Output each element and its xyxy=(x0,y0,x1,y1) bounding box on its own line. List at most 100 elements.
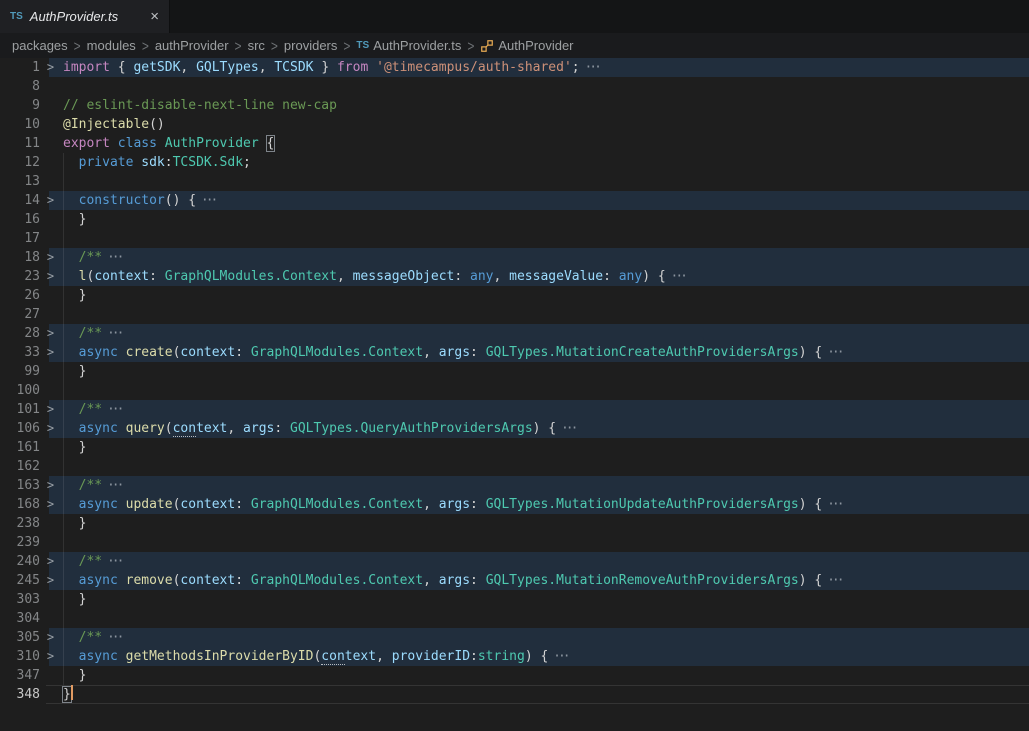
breadcrumb-item-authprovider[interactable]: AuthProvider xyxy=(480,38,573,53)
fold-arrow-icon[interactable]: > xyxy=(40,191,61,210)
code-line[interactable]: 239 xyxy=(0,533,1029,552)
line-number[interactable]: 9 xyxy=(0,96,40,115)
line-number[interactable]: 304 xyxy=(0,609,40,628)
code-line[interactable]: 101> /** ··· xyxy=(0,400,1029,419)
line-number[interactable]: 161 xyxy=(0,438,40,457)
code-line[interactable]: 240> /** ··· xyxy=(0,552,1029,571)
code-line[interactable]: 23> l(context: GraphQLModules.Context, m… xyxy=(0,267,1029,286)
breadcrumb-item-authprovider[interactable]: authProvider xyxy=(155,38,229,53)
fold-arrow-icon[interactable]: > xyxy=(40,343,61,362)
breadcrumb-item-providers[interactable]: providers xyxy=(284,38,337,53)
code-line[interactable]: 106> async query(context, args: GQLTypes… xyxy=(0,419,1029,438)
line-number[interactable]: 348 xyxy=(0,685,40,704)
line-number[interactable]: 100 xyxy=(0,381,40,400)
code-line[interactable]: 304 xyxy=(0,609,1029,628)
fold-arrow-icon[interactable]: > xyxy=(40,495,61,514)
line-number[interactable]: 106 xyxy=(0,419,40,438)
code-line[interactable]: 162 xyxy=(0,457,1029,476)
code-line[interactable]: 26 } xyxy=(0,286,1029,305)
line-number[interactable]: 310 xyxy=(0,647,40,666)
code-line[interactable]: 14> constructor() { ··· xyxy=(0,191,1029,210)
chevron-right-icon: > xyxy=(271,37,278,54)
code-line[interactable]: 18> /** ··· xyxy=(0,248,1029,267)
line-number[interactable]: 162 xyxy=(0,457,40,476)
line-number[interactable]: 23 xyxy=(0,267,40,286)
breadcrumb-item-modules[interactable]: modules xyxy=(87,38,136,53)
code-token: : xyxy=(165,155,173,170)
line-number[interactable]: 28 xyxy=(0,324,40,343)
line-number[interactable]: 27 xyxy=(0,305,40,324)
fold-arrow-icon[interactable]: > xyxy=(40,324,61,343)
fold-arrow-icon[interactable]: > xyxy=(40,647,61,666)
code-line[interactable]: 16 } xyxy=(0,210,1029,229)
line-number[interactable]: 163 xyxy=(0,476,40,495)
code-line[interactable]: 17 xyxy=(0,229,1029,248)
code-line[interactable]: 161 } xyxy=(0,438,1029,457)
editor[interactable]: 1>import { getSDK, GQLTypes, TCSDK } fro… xyxy=(0,58,1029,704)
fold-arrow-icon[interactable]: > xyxy=(40,476,61,495)
line-number[interactable]: 10 xyxy=(0,115,40,134)
close-icon[interactable]: × xyxy=(150,9,159,24)
fold-arrow-icon[interactable]: > xyxy=(40,628,61,647)
line-number[interactable]: 347 xyxy=(0,666,40,685)
line-number[interactable]: 240 xyxy=(0,552,40,571)
line-number[interactable]: 168 xyxy=(0,495,40,514)
line-number[interactable]: 17 xyxy=(0,229,40,248)
fold-arrow-icon[interactable]: > xyxy=(40,58,61,77)
code-line[interactable]: 99 } xyxy=(0,362,1029,381)
line-number[interactable]: 11 xyxy=(0,134,40,153)
line-number[interactable]: 245 xyxy=(0,571,40,590)
fold-arrow-icon[interactable]: > xyxy=(40,571,61,590)
fold-arrow-icon[interactable]: > xyxy=(40,419,61,438)
code-line[interactable]: 303 } xyxy=(0,590,1029,609)
code-line[interactable]: 8 xyxy=(0,77,1029,96)
code-line[interactable]: 245> async remove(context: GraphQLModule… xyxy=(0,571,1029,590)
code-token: : xyxy=(470,573,486,588)
code-line[interactable]: 347 } xyxy=(0,666,1029,685)
typescript-icon: TS xyxy=(10,11,23,22)
code-line[interactable]: 163> /** ··· xyxy=(0,476,1029,495)
line-number[interactable]: 26 xyxy=(0,286,40,305)
line-number[interactable]: 33 xyxy=(0,343,40,362)
fold-arrow-icon[interactable]: > xyxy=(40,400,61,419)
code-line[interactable]: 238 } xyxy=(0,514,1029,533)
code-line[interactable]: 11export class AuthProvider { xyxy=(0,134,1029,153)
code-line[interactable]: 305> /** ··· xyxy=(0,628,1029,647)
line-number[interactable]: 305 xyxy=(0,628,40,647)
line-number[interactable]: 12 xyxy=(0,153,40,172)
code-line[interactable]: 1>import { getSDK, GQLTypes, TCSDK } fro… xyxy=(0,58,1029,77)
code-line[interactable]: 33> async create(context: GraphQLModules… xyxy=(0,343,1029,362)
breadcrumb-item-packages[interactable]: packages xyxy=(12,38,68,53)
line-number[interactable]: 8 xyxy=(0,77,40,96)
line-number[interactable]: 14 xyxy=(0,191,40,210)
code-token: : xyxy=(454,269,470,284)
line-number[interactable]: 99 xyxy=(0,362,40,381)
line-number[interactable]: 101 xyxy=(0,400,40,419)
code-line[interactable]: 310> async getMethodsInProviderByID(cont… xyxy=(0,647,1029,666)
code-line[interactable]: 10@Injectable() xyxy=(0,115,1029,134)
breadcrumb-item-src[interactable]: src xyxy=(248,38,265,53)
code-line[interactable]: 12 private sdk:TCSDK.Sdk; xyxy=(0,153,1029,172)
tab-authprovider[interactable]: TS AuthProvider.ts × xyxy=(0,0,170,33)
line-number[interactable]: 1 xyxy=(0,58,40,77)
code-line[interactable]: 13 xyxy=(0,172,1029,191)
line-number[interactable]: 13 xyxy=(0,172,40,191)
line-number[interactable]: 303 xyxy=(0,590,40,609)
fold-arrow-icon[interactable]: > xyxy=(40,552,61,571)
code-line[interactable]: 27 xyxy=(0,305,1029,324)
fold-arrow-icon[interactable]: > xyxy=(40,248,61,267)
line-number[interactable]: 18 xyxy=(0,248,40,267)
code-line[interactable]: 28> /** ··· xyxy=(0,324,1029,343)
code-token: context xyxy=(180,345,235,360)
code-line[interactable]: 168> async update(context: GraphQLModule… xyxy=(0,495,1029,514)
line-number[interactable]: 238 xyxy=(0,514,40,533)
fold-arrow-icon[interactable]: > xyxy=(40,267,61,286)
breadcrumb-item-authprovider-ts[interactable]: TSAuthProvider.ts xyxy=(356,38,461,53)
code-line[interactable]: 348} xyxy=(0,685,1029,704)
line-number[interactable]: 16 xyxy=(0,210,40,229)
line-number[interactable]: 239 xyxy=(0,533,40,552)
code-token: /** xyxy=(79,554,102,569)
code-token: args xyxy=(243,421,274,436)
code-line[interactable]: 100 xyxy=(0,381,1029,400)
code-line[interactable]: 9// eslint-disable-next-line new-cap xyxy=(0,96,1029,115)
